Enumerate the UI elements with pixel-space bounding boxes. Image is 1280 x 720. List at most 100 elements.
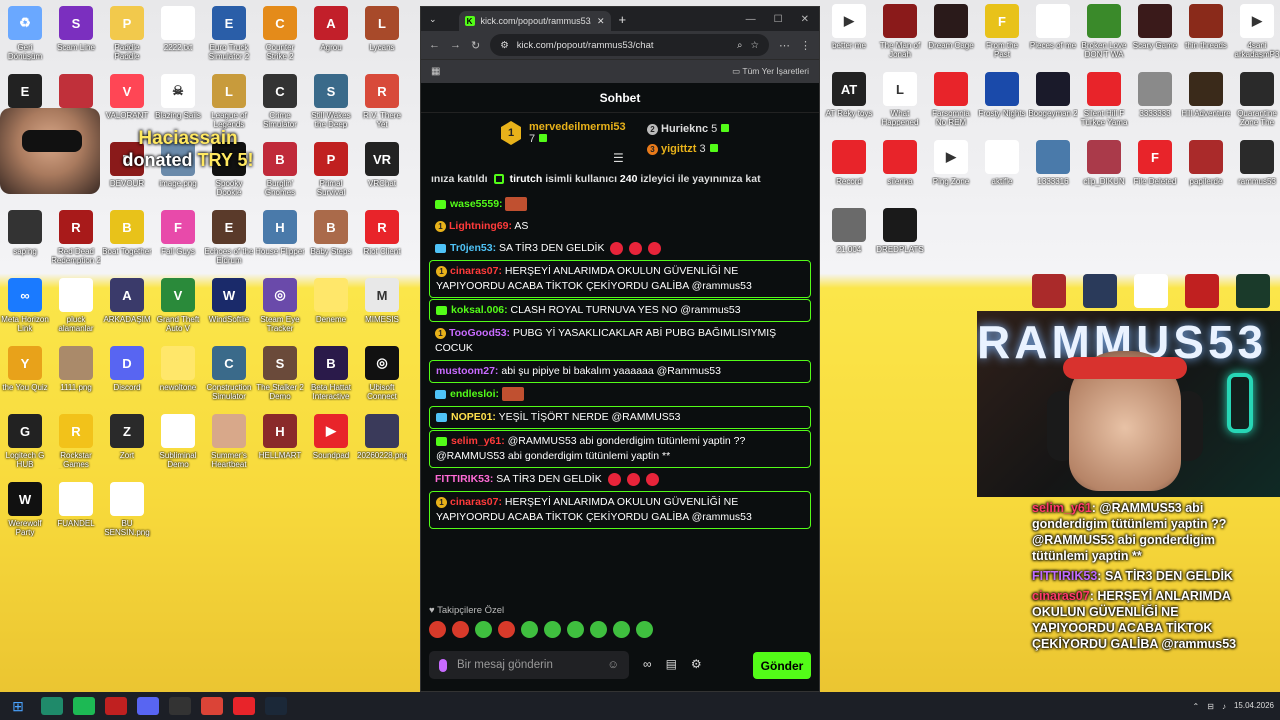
chat-username[interactable]: Tr0jen53: — [450, 242, 496, 254]
chat-username[interactable]: cinaras07: — [450, 265, 502, 277]
desktop-icon[interactable] — [1228, 274, 1278, 311]
tray-chevron-icon[interactable]: ⌃ — [1193, 702, 1200, 711]
desktop-icon[interactable]: B Baby Steps — [306, 210, 356, 265]
chat-username[interactable]: NOPE01: — [451, 411, 496, 423]
desktop-icon[interactable]: L Lycans — [357, 6, 407, 61]
emote-icon[interactable] — [590, 621, 607, 638]
desktop-icon[interactable]: Subliminal Demo — [153, 414, 203, 469]
desktop-icon[interactable]: R Rockstar Games Launcher — [51, 414, 101, 469]
send-button[interactable]: Gönder — [753, 652, 811, 679]
desktop-icon[interactable]: H House Flipper — [255, 210, 305, 265]
desktop-icon[interactable]: R Riot Client — [357, 210, 407, 265]
desktop-icon[interactable]: S Still Wakes the Deep — [306, 74, 356, 129]
desktop-icon[interactable]: 1333316 — [1028, 140, 1078, 195]
desktop-icon[interactable]: Z Zort — [102, 414, 152, 469]
desktop-icon[interactable]: Summer's Heartbeat — [204, 414, 254, 469]
desktop-icon[interactable]: R Red Dead Redemption 2 — [51, 210, 101, 265]
new-tab-icon[interactable]: + — [619, 12, 627, 27]
desktop-icon[interactable] — [1024, 274, 1074, 311]
reload-icon[interactable]: ↻ — [471, 39, 480, 52]
site-info-icon[interactable]: ⚙ — [500, 40, 509, 51]
desktop-icon[interactable]: Deneme — [306, 278, 356, 333]
desktop-icon[interactable]: Quarantine Zone The Last — [1232, 72, 1280, 127]
desktop-icon[interactable]: aktifle — [977, 140, 1027, 195]
chat-message-list[interactable]: wase5559: 1 Lightning69: AS Tr0jen53: SA T… — [421, 194, 819, 529]
desktop-icon[interactable]: ◎ Ubisoft Connect — [357, 346, 407, 401]
desktop-icon[interactable]: V Grand Theft Auto V — [153, 278, 203, 333]
network-icon[interactable]: ⊟ — [1207, 702, 1214, 711]
desktop-icon[interactable]: C Crime Simulator — [255, 74, 305, 129]
desktop-icon[interactable]: 2222.txt — [153, 6, 203, 61]
back-icon[interactable]: ← — [429, 39, 440, 51]
clock[interactable]: 15.04.2026 — [1234, 701, 1274, 711]
chat-input[interactable]: Bir mesaj gönderin ☺ — [429, 651, 629, 679]
desktop-icon[interactable]: F Fall Guys — [153, 210, 203, 265]
desktop-icon[interactable]: DREDPLATS — [875, 208, 925, 263]
maximize-icon[interactable]: ☐ — [774, 14, 783, 25]
browser-tab[interactable]: K kick.com/popout/rammus53/ch ✕ — [458, 11, 611, 31]
desktop-icon[interactable]: AT AT Reky toys — [824, 72, 874, 127]
desktop-icon[interactable]: 1111.png — [51, 346, 101, 401]
desktop-icon[interactable]: C Construction Simulator — [204, 346, 254, 401]
desktop-icon[interactable]: D Discord — [102, 346, 152, 401]
desktop-icon[interactable]: L League of Legends — [204, 74, 254, 129]
desktop-icon[interactable]: Ythe You Quiz — [0, 346, 50, 401]
desktop-icon[interactable]: pluck alamanlar — [51, 278, 101, 333]
desktop-icon[interactable] — [1075, 274, 1125, 311]
all-bookmarks[interactable]: ▭ Tüm Yer İşaretleri — [732, 66, 809, 77]
desktop-icon[interactable]: ∞ Meta Horizon Link — [0, 278, 50, 333]
discord-icon[interactable] — [137, 697, 159, 715]
desktop-icon[interactable]: thin threads — [1181, 4, 1231, 59]
desktop-icon[interactable]: R R.V. There Yet — [357, 74, 407, 129]
desktop-icon[interactable]: saping — [0, 210, 50, 265]
desktop-icon[interactable]: M MIMESIS — [357, 278, 407, 333]
chat-username[interactable]: koksal.006: — [451, 304, 508, 316]
chrome-icon[interactable] — [201, 697, 223, 715]
desktop-icon[interactable]: FUANDEL — [51, 482, 101, 537]
app-icon[interactable] — [169, 697, 191, 715]
desktop-icon[interactable]: E Echoes of the Eldrum — [204, 210, 254, 265]
menu-kebab-icon[interactable]: ⋮ — [800, 39, 811, 52]
volume-icon[interactable]: ♪ — [1222, 702, 1226, 711]
desktop-icon[interactable] — [1126, 274, 1176, 311]
desktop-icon[interactable]: S Scam Line — [51, 6, 101, 61]
desktop-icon[interactable]: B Boat Together — [102, 210, 152, 265]
desktop-icon[interactable]: Scary Game — [1130, 4, 1180, 59]
desktop-icon[interactable]: Dream Cage — [926, 4, 976, 59]
emote-picker-icon[interactable]: ∞ — [643, 657, 652, 671]
emote-icon[interactable] — [521, 621, 538, 638]
desktop-icon[interactable]: The Man of Jonah — [875, 4, 925, 59]
app-icon[interactable] — [41, 697, 63, 715]
store-icon[interactable]: ▤ — [666, 657, 677, 671]
desktop-icon[interactable]: ☠ Blazing Sails — [153, 74, 203, 129]
spotify-icon[interactable] — [73, 697, 95, 715]
emote-icon[interactable] — [498, 621, 515, 638]
desktop-icon[interactable]: newoltone — [153, 346, 203, 401]
desktop-icon[interactable]: Frosty Nights — [977, 72, 1027, 127]
desktop-icon[interactable]: C Counter Strike 2 — [255, 6, 305, 61]
chat-username[interactable]: mustoom27: — [436, 365, 498, 377]
emote-icon[interactable] — [544, 621, 561, 638]
desktop-icon[interactable]: BU SENSIN.png — [102, 482, 152, 537]
desktop-icon[interactable]: 3333333 — [1130, 72, 1180, 127]
desktop-icon[interactable]: H HELLMART — [255, 414, 305, 469]
app-icon[interactable] — [105, 697, 127, 715]
emote-icon[interactable] — [567, 621, 584, 638]
microphone-icon[interactable] — [439, 658, 447, 672]
chat-username[interactable]: FITTIRIK53: — [435, 473, 493, 485]
desktop-icon[interactable]: L What Happened — [875, 72, 925, 127]
desktop-icon[interactable]: F From the Past — [977, 4, 1027, 59]
chat-username[interactable]: selim_y61: — [451, 435, 505, 447]
tab-search-icon[interactable]: ⌄ — [429, 14, 437, 25]
desktop-icon[interactable]: rammus53 — [1232, 140, 1280, 195]
emote-icon[interactable] — [475, 621, 492, 638]
desktop-icon[interactable]: silenna — [875, 140, 925, 195]
desktop-icon[interactable]: Broken Love DON'T WA — [1079, 4, 1129, 59]
chat-username[interactable]: endlesloi: — [450, 388, 499, 400]
bookmark-star-icon[interactable]: ☆ — [750, 40, 759, 51]
desktop-icon[interactable]: Boogeyman 2 — [1028, 72, 1078, 127]
desktop-icon[interactable]: Hill Adventure — [1181, 72, 1231, 127]
emoji-icon[interactable]: ☺ — [607, 659, 619, 671]
desktop-icon[interactable]: W Werewolf Party — [0, 482, 50, 537]
settings-gear-icon[interactable]: ⚙ — [691, 657, 702, 671]
